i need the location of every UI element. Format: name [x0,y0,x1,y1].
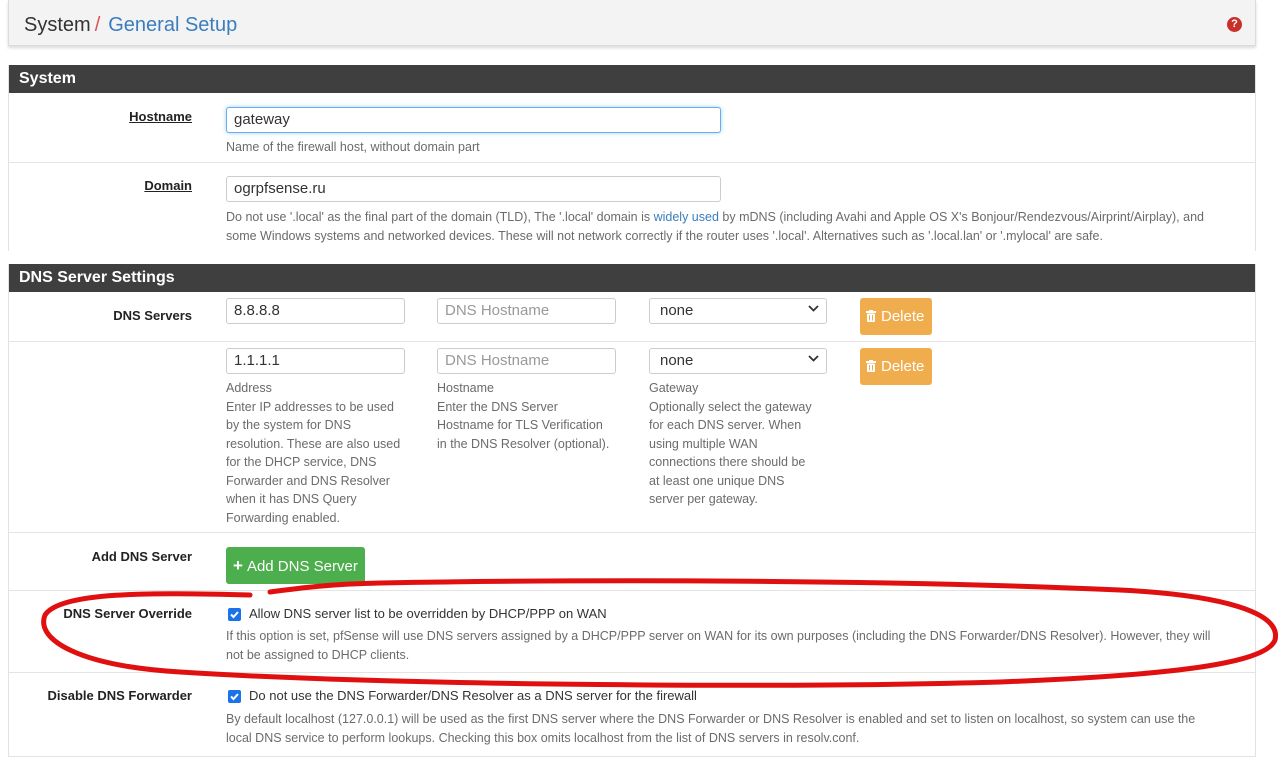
add-dns-server-button[interactable]: + Add DNS Server [226,547,365,584]
domain-label: Domain [144,178,192,193]
delete-label: Delete [881,308,925,325]
gateway-value: none [660,352,694,369]
trash-icon [866,360,876,372]
breadcrumb-root[interactable]: System [24,14,91,36]
disable-forwarder-label: Disable DNS Forwarder [47,688,193,703]
disable-forwarder-hint-line: By default localhost (127.0.0.1) will be… [226,712,1196,726]
hostname-help-title: Hostname [437,381,494,395]
dns-address-input[interactable]: 1.1.1.1 [226,348,405,374]
gateway-help-line: connections there should be [649,455,806,469]
hostname-label: Hostname [129,109,192,124]
disable-forwarder-hint-line: local DNS service to perform lookups. Ch… [226,730,860,745]
breadcrumb: System / General Setup [24,13,237,37]
domain-row: Domain ogrpfsense.ru Do not use '.local'… [9,163,1255,251]
dns-override-checkbox[interactable] [228,608,241,621]
disable-forwarder-checkbox[interactable] [228,690,241,703]
dns-override-hint-line: If this option is set, pfSense will use … [226,629,1211,643]
widely-used-link[interactable]: widely used [654,210,719,224]
hostname-help-line: Enter the DNS Server [437,399,558,414]
address-help-line: Enter IP addresses to be used [226,399,394,414]
address-help-line: by the system for DNS [226,418,352,432]
dns-servers-label: DNS Servers [113,308,192,323]
delete-button[interactable]: Delete [860,348,932,385]
hostname-help-line: Hostname for TLS Verification [437,418,603,432]
add-dns-row: Add DNS Server + Add DNS Server [9,533,1255,591]
question-circle-icon[interactable]: ? [1227,17,1242,32]
breadcrumb-bar: System / General Setup ? [8,0,1256,46]
dns-server-row: DNS Servers 8.8.8.8 DNS Hostname none De… [9,292,1255,342]
plus-icon: + [233,556,243,575]
system-panel-title: System [9,65,1255,93]
dns-settings-panel: DNS Server Settings DNS Servers 8.8.8.8 … [8,264,1256,757]
dns-hostname-input[interactable]: DNS Hostname [437,298,616,324]
disable-forwarder-checkbox-label[interactable]: Do not use the DNS Forwarder/DNS Resolve… [249,688,697,703]
gateway-help: Gateway Optionally select the gateway fo… [649,379,849,509]
chevron-down-icon [808,353,819,367]
domain-hint: Do not use '.local' as the final part of… [226,208,1256,245]
dns-override-checkbox-label[interactable]: Allow DNS server list to be overridden b… [249,606,607,621]
address-help-line: Forwarding enabled. [226,510,340,525]
gateway-help-line: Optionally select the gateway [649,399,812,414]
address-help-line: for the DHCP service, DNS [226,455,377,469]
gateway-help-line: using multiple WAN [649,436,758,451]
chevron-down-icon [808,303,819,317]
dns-panel-title: DNS Server Settings [9,264,1255,292]
hostname-hint: Name of the firewall host, without domai… [226,140,480,154]
domain-hint-text-2: by mDNS (including Avahi and Apple OS X'… [722,210,1204,224]
address-help-line: Forwarder and DNS Resolver [226,473,390,488]
dns-override-hint: If this option is set, pfSense will use … [226,627,1256,664]
dns-override-label: DNS Server Override [63,606,192,621]
domain-hint-text: Do not use '.local' as the final part of… [226,210,651,224]
dns-server-row: 1.1.1.1 DNS Hostname none Delete Address… [9,342,1255,533]
delete-button[interactable]: Delete [860,298,932,335]
disable-forwarder-hint: By default localhost (127.0.0.1) will be… [226,710,1256,747]
gateway-help-line: server per gateway. [649,492,758,506]
hostname-input[interactable]: gateway [226,107,721,133]
add-dns-label: Add DNS Server [91,549,192,564]
dns-override-hint-line: not be assigned to DHCP clients. [226,647,410,662]
gateway-help-line: at least one unique DNS [649,473,785,488]
gateway-value: none [660,302,694,319]
dns-address-input[interactable]: 8.8.8.8 [226,298,405,324]
trash-icon [866,310,876,322]
address-help-line: when it has DNS Query [226,492,357,506]
address-help-line: resolution. These are also used [226,436,401,451]
system-panel: System Hostname gateway Name of the fire… [8,65,1256,251]
dns-override-row: DNS Server Override Allow DNS server lis… [9,591,1255,673]
add-dns-button-label: Add DNS Server [246,558,358,575]
breadcrumb-separator: / [94,14,101,36]
dns-gateway-select[interactable]: none [649,348,827,374]
breadcrumb-current[interactable]: General Setup [108,14,237,36]
hostname-help: Hostname Enter the DNS Server Hostname f… [437,379,637,453]
dns-hostname-input[interactable]: DNS Hostname [437,348,616,374]
dns-gateway-select[interactable]: none [649,298,827,324]
address-help: Address Enter IP addresses to be used by… [226,379,426,527]
domain-input[interactable]: ogrpfsense.ru [226,176,721,202]
hostname-help-line: in the DNS Resolver (optional). [437,436,610,451]
address-help-title: Address [226,381,272,395]
delete-label: Delete [881,358,925,375]
hostname-row: Hostname gateway Name of the firewall ho… [9,93,1255,163]
disable-forwarder-row: Disable DNS Forwarder Do not use the DNS… [9,673,1255,757]
domain-hint-line2: some Windows systems and networked devic… [226,228,1103,243]
gateway-help-line: for each DNS server. When [649,418,802,432]
gateway-help-title: Gateway [649,381,699,395]
